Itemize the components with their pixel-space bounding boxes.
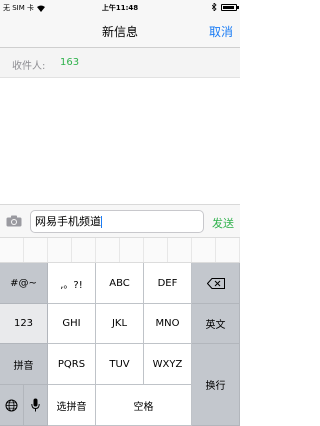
globe-icon [5,399,18,411]
candidate-cell[interactable] [168,238,192,262]
candidate-cell[interactable] [192,238,216,262]
key-space[interactable]: 空格 [96,385,192,426]
camera-icon[interactable] [6,215,22,227]
key-123[interactable]: 123 [0,304,48,344]
message-input[interactable]: 网易手机频道 [30,210,204,233]
send-button[interactable]: 发送 [212,215,234,231]
nav-bar: 新信息 取消 [0,14,240,48]
key-delete[interactable] [192,263,240,304]
status-time: 上午11:48 [101,4,139,12]
key-globe[interactable] [0,385,24,426]
recipient-token[interactable]: 163 [60,57,79,68]
bluetooth-icon [212,3,217,11]
key-return[interactable]: 换行 [192,344,240,426]
candidate-bar [0,237,240,263]
status-right [212,3,239,11]
candidate-cell[interactable] [216,238,240,262]
candidate-cell[interactable] [24,238,48,262]
key-wxyz[interactable]: WXYZ [144,344,192,385]
cancel-button[interactable]: 取消 [209,23,233,40]
candidate-cell[interactable] [96,238,120,262]
key-pinyin[interactable]: 拼音 [0,344,48,385]
key-mno[interactable]: MNO [144,304,192,344]
key-pqrs[interactable]: PQRS [48,344,96,385]
recipient-row[interactable]: 收件人: 163 [0,48,240,78]
candidate-cell[interactable] [144,238,168,262]
key-def[interactable]: DEF [144,263,192,304]
key-ghi[interactable]: GHI [48,304,96,344]
page-title: 新信息 [101,25,138,39]
key-punctuation[interactable]: ,。?! [48,263,96,304]
recipient-label: 收件人: [12,61,46,72]
keyboard: #@~ ,。?! ABC DEF 123 GHI JKL MNO 英文 拼音 P… [0,263,240,426]
candidate-cell[interactable] [48,238,72,262]
message-area [0,78,240,204]
battery-icon [221,3,239,11]
key-mic[interactable] [24,385,48,426]
delete-icon [206,277,225,289]
key-jkl[interactable]: JKL [96,304,144,344]
text-caret [101,216,102,228]
key-english[interactable]: 英文 [192,304,240,344]
candidate-cell[interactable] [72,238,96,262]
key-tuv[interactable]: TUV [96,344,144,385]
candidate-cell[interactable] [0,238,24,262]
mic-icon [31,398,40,412]
key-abc[interactable]: ABC [96,263,144,304]
composer-bar: 网易手机频道 发送 [0,204,240,237]
key-symbols[interactable]: #@~ [0,263,48,304]
key-select-pinyin[interactable]: 选拼音 [48,385,96,426]
message-text: 网易手机频道 [35,215,101,228]
candidate-cell[interactable] [120,238,144,262]
status-bar: 无 SIM 卡 上午11:48 [0,0,240,14]
